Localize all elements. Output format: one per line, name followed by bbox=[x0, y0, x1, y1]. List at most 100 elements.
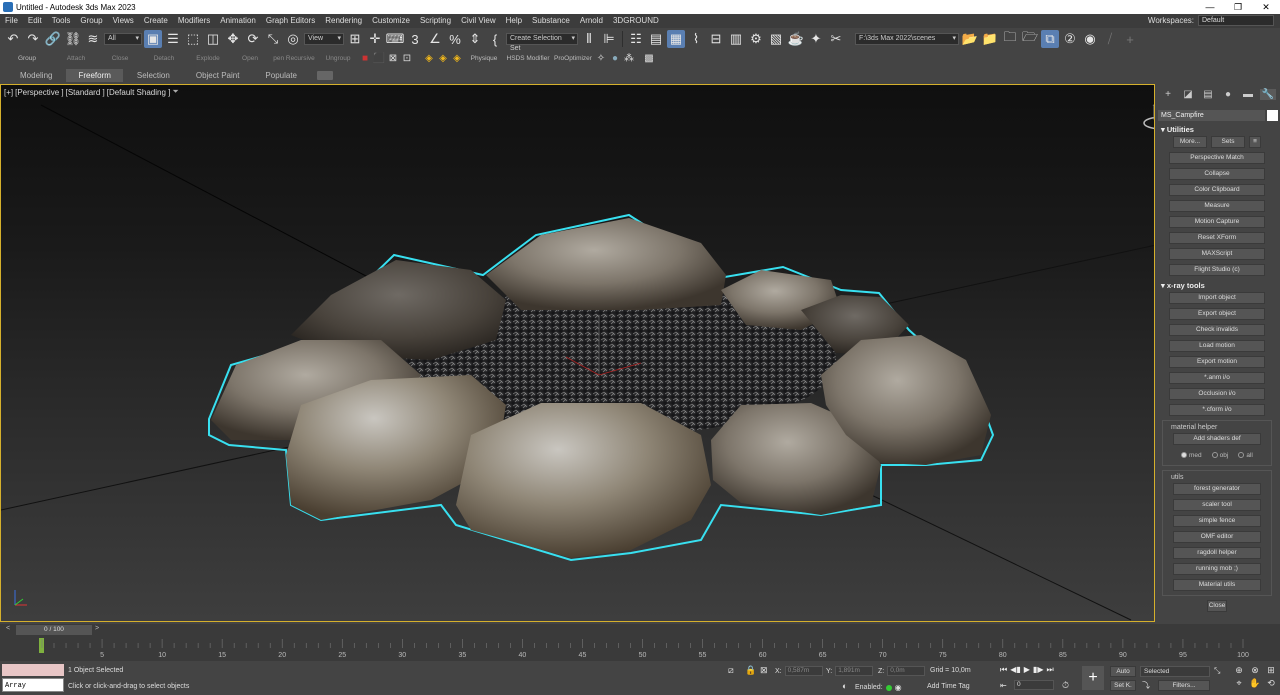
ungroup-button[interactable]: Ungroup bbox=[318, 55, 358, 62]
viewport-pov-menu[interactable]: [Perspective ] bbox=[15, 88, 63, 97]
prev-frame-icon[interactable]: ◀▮ bbox=[1010, 665, 1021, 675]
motion-capture-button[interactable]: Motion Capture bbox=[1169, 216, 1265, 228]
tab-object-paint[interactable]: Object Paint bbox=[184, 69, 252, 82]
set-key-button[interactable]: Set K. bbox=[1110, 680, 1136, 691]
tab-populate[interactable]: Populate bbox=[253, 69, 309, 82]
menu-rendering[interactable]: Rendering bbox=[320, 14, 367, 28]
play-icon[interactable]: ▶ bbox=[1024, 665, 1030, 675]
maximize-button[interactable]: ❐ bbox=[1224, 0, 1252, 14]
selection-filter-select[interactable]: All bbox=[104, 33, 142, 45]
time-config-icon[interactable]: ⏱ bbox=[1062, 680, 1069, 691]
import-object-button[interactable]: Import object bbox=[1169, 292, 1265, 304]
utilities-rollout-title[interactable]: ▾ Utilities bbox=[1158, 124, 1276, 136]
two-icon[interactable]: ② bbox=[1061, 30, 1079, 48]
render-icon[interactable]: ☕ bbox=[787, 30, 805, 48]
forest-generator-button[interactable]: forest generator bbox=[1173, 483, 1261, 495]
select-manipulate-icon[interactable]: ✛ bbox=[366, 30, 384, 48]
perspective-match-button[interactable]: Perspective Match bbox=[1169, 152, 1265, 164]
filter-icon[interactable]: ⏷ bbox=[172, 87, 178, 97]
ragdoll-helper-button[interactable]: ragdoll helper bbox=[1173, 547, 1261, 559]
undo-icon[interactable]: ↶ bbox=[4, 30, 22, 48]
flight-studio-button[interactable]: Flight Studio (c) bbox=[1169, 264, 1265, 276]
display-tab-icon[interactable]: ▬ bbox=[1240, 89, 1256, 100]
track-bar[interactable]: 5 10 15 20 25 30 35 40 45 50 55 60 65 70 75 80 85 90 95 100 bbox=[0, 636, 1280, 661]
xray-rollout-title[interactable]: ▾ x-ray tools bbox=[1158, 280, 1276, 292]
angle-snap-icon[interactable]: ∠ bbox=[426, 30, 444, 48]
project-path-select[interactable]: F:\3ds Max 2022\scenes bbox=[855, 33, 959, 45]
y-field[interactable]: 1,891m bbox=[835, 666, 874, 676]
menu-civil-view[interactable]: Civil View bbox=[456, 14, 501, 28]
lock-selection-icon[interactable]: 🔒 bbox=[745, 665, 756, 676]
key-mode-toggle-icon[interactable]: ⤡ bbox=[1214, 666, 1220, 676]
maxscript-button[interactable]: MAXScript bbox=[1169, 248, 1265, 260]
maxscript-output[interactable]: Array modifier bbox=[2, 678, 64, 692]
utilities-tab-icon[interactable]: 🔧 bbox=[1260, 88, 1276, 100]
schematic-view-icon[interactable]: ⊟ bbox=[707, 30, 725, 48]
curve-editor-icon[interactable]: ⌇ bbox=[687, 30, 705, 48]
more-button[interactable]: More... bbox=[1173, 136, 1207, 148]
keyboard-shortcut-icon[interactable]: ⌨ bbox=[386, 30, 405, 48]
radio-all[interactable]: all bbox=[1238, 452, 1253, 459]
material-editor-icon[interactable]: ▥ bbox=[727, 30, 745, 48]
anm-io-button[interactable]: *.anm i/o bbox=[1169, 372, 1265, 384]
running-mob-button[interactable]: running mob ;) bbox=[1173, 563, 1261, 575]
workspace-select[interactable]: Default bbox=[1198, 15, 1274, 26]
menu-animation[interactable]: Animation bbox=[215, 14, 261, 28]
enabled-led-icon[interactable] bbox=[885, 684, 892, 691]
modify-tab-icon[interactable]: ◪ bbox=[1180, 89, 1196, 100]
time-next-icon[interactable]: > bbox=[95, 625, 99, 632]
time-prev-icon[interactable]: < bbox=[6, 625, 10, 632]
zoom-extents-icon[interactable]: ⊞ bbox=[1264, 665, 1278, 676]
percent-snap-icon[interactable]: % bbox=[446, 30, 464, 48]
spinner-snap-icon[interactable]: ⇕ bbox=[466, 30, 484, 48]
add-shaders-button[interactable]: Add shaders def bbox=[1173, 433, 1261, 445]
radio-med[interactable]: med bbox=[1181, 452, 1202, 459]
prooptimizer-button[interactable]: ProOptimizer bbox=[552, 55, 594, 62]
load-motion-button[interactable]: Load motion bbox=[1169, 340, 1265, 352]
object-name-field[interactable]: MS_Campfire bbox=[1158, 110, 1265, 121]
menu-arnold[interactable]: Arnold bbox=[575, 14, 608, 28]
box-tool2-icon[interactable]: ◈ bbox=[436, 52, 450, 66]
menu-3dground[interactable]: 3DGROUND bbox=[608, 14, 664, 28]
create-tab-icon[interactable]: + bbox=[1160, 89, 1176, 100]
detach-button[interactable]: Detach bbox=[142, 55, 186, 62]
snaps-toggle-icon[interactable]: 3 bbox=[406, 30, 424, 48]
goto-start-icon[interactable]: ⏮ bbox=[1000, 665, 1007, 675]
align-icon[interactable]: ⊫ bbox=[600, 30, 618, 48]
next-frame-icon[interactable]: ▮▶ bbox=[1033, 665, 1044, 675]
bind-spacewarp-icon[interactable]: ≋ bbox=[84, 30, 102, 48]
help-icon[interactable]: ◉ bbox=[1081, 30, 1099, 48]
menu-create[interactable]: Create bbox=[139, 14, 173, 28]
goto-end-icon[interactable]: ⏭ bbox=[1046, 665, 1053, 675]
arnold-render-icon[interactable]: ✦ bbox=[807, 30, 825, 48]
measure-button[interactable]: Measure bbox=[1169, 200, 1265, 212]
key-filters-button[interactable]: Filters... bbox=[1158, 680, 1210, 691]
occlusion-io-button[interactable]: Occlusion i/o bbox=[1169, 388, 1265, 400]
menu-group[interactable]: Group bbox=[75, 14, 107, 28]
configure-sets-icon[interactable]: ≡ bbox=[1249, 136, 1261, 148]
grid-tool-icon[interactable]: ⊠ bbox=[386, 52, 400, 66]
physique-button[interactable]: Physique bbox=[464, 55, 504, 62]
open-recursive-button[interactable]: pen Recursive bbox=[270, 55, 318, 62]
attach-button[interactable]: Attach bbox=[54, 55, 98, 62]
viewport-standard-menu[interactable]: [Standard ] bbox=[66, 88, 105, 97]
key-filter-select[interactable]: Selected bbox=[1140, 666, 1210, 677]
menu-edit[interactable]: Edit bbox=[23, 14, 47, 28]
unlink-icon[interactable]: ⛓ bbox=[64, 30, 82, 48]
scaler-tool-button[interactable]: scaler tool bbox=[1173, 499, 1261, 511]
viewport-plus-menu[interactable]: [+] bbox=[4, 88, 13, 97]
grid-tool2-icon[interactable]: ⊡ bbox=[400, 52, 414, 66]
open-folder-icon[interactable]: 📂 bbox=[961, 30, 979, 48]
tab-selection[interactable]: Selection bbox=[125, 69, 182, 82]
cform-io-button[interactable]: *.cform i/o bbox=[1169, 404, 1265, 416]
export-object-button[interactable]: Export object bbox=[1169, 308, 1265, 320]
redo-icon[interactable]: ↷ bbox=[24, 30, 42, 48]
scene-folder-icon[interactable]: 🗁 bbox=[1021, 29, 1039, 48]
add-time-tag[interactable]: Add Time Tag bbox=[927, 683, 970, 690]
auto-key-button[interactable]: Auto bbox=[1110, 666, 1136, 677]
color-clipboard-button[interactable]: Color Clipboard bbox=[1169, 184, 1265, 196]
explode-button[interactable]: Explode bbox=[186, 55, 230, 62]
material-utils-button[interactable]: Material utils bbox=[1173, 579, 1261, 591]
reset-xform-button[interactable]: Reset XForm bbox=[1169, 232, 1265, 244]
rectangular-selection-icon[interactable]: ⬚ bbox=[184, 30, 202, 48]
